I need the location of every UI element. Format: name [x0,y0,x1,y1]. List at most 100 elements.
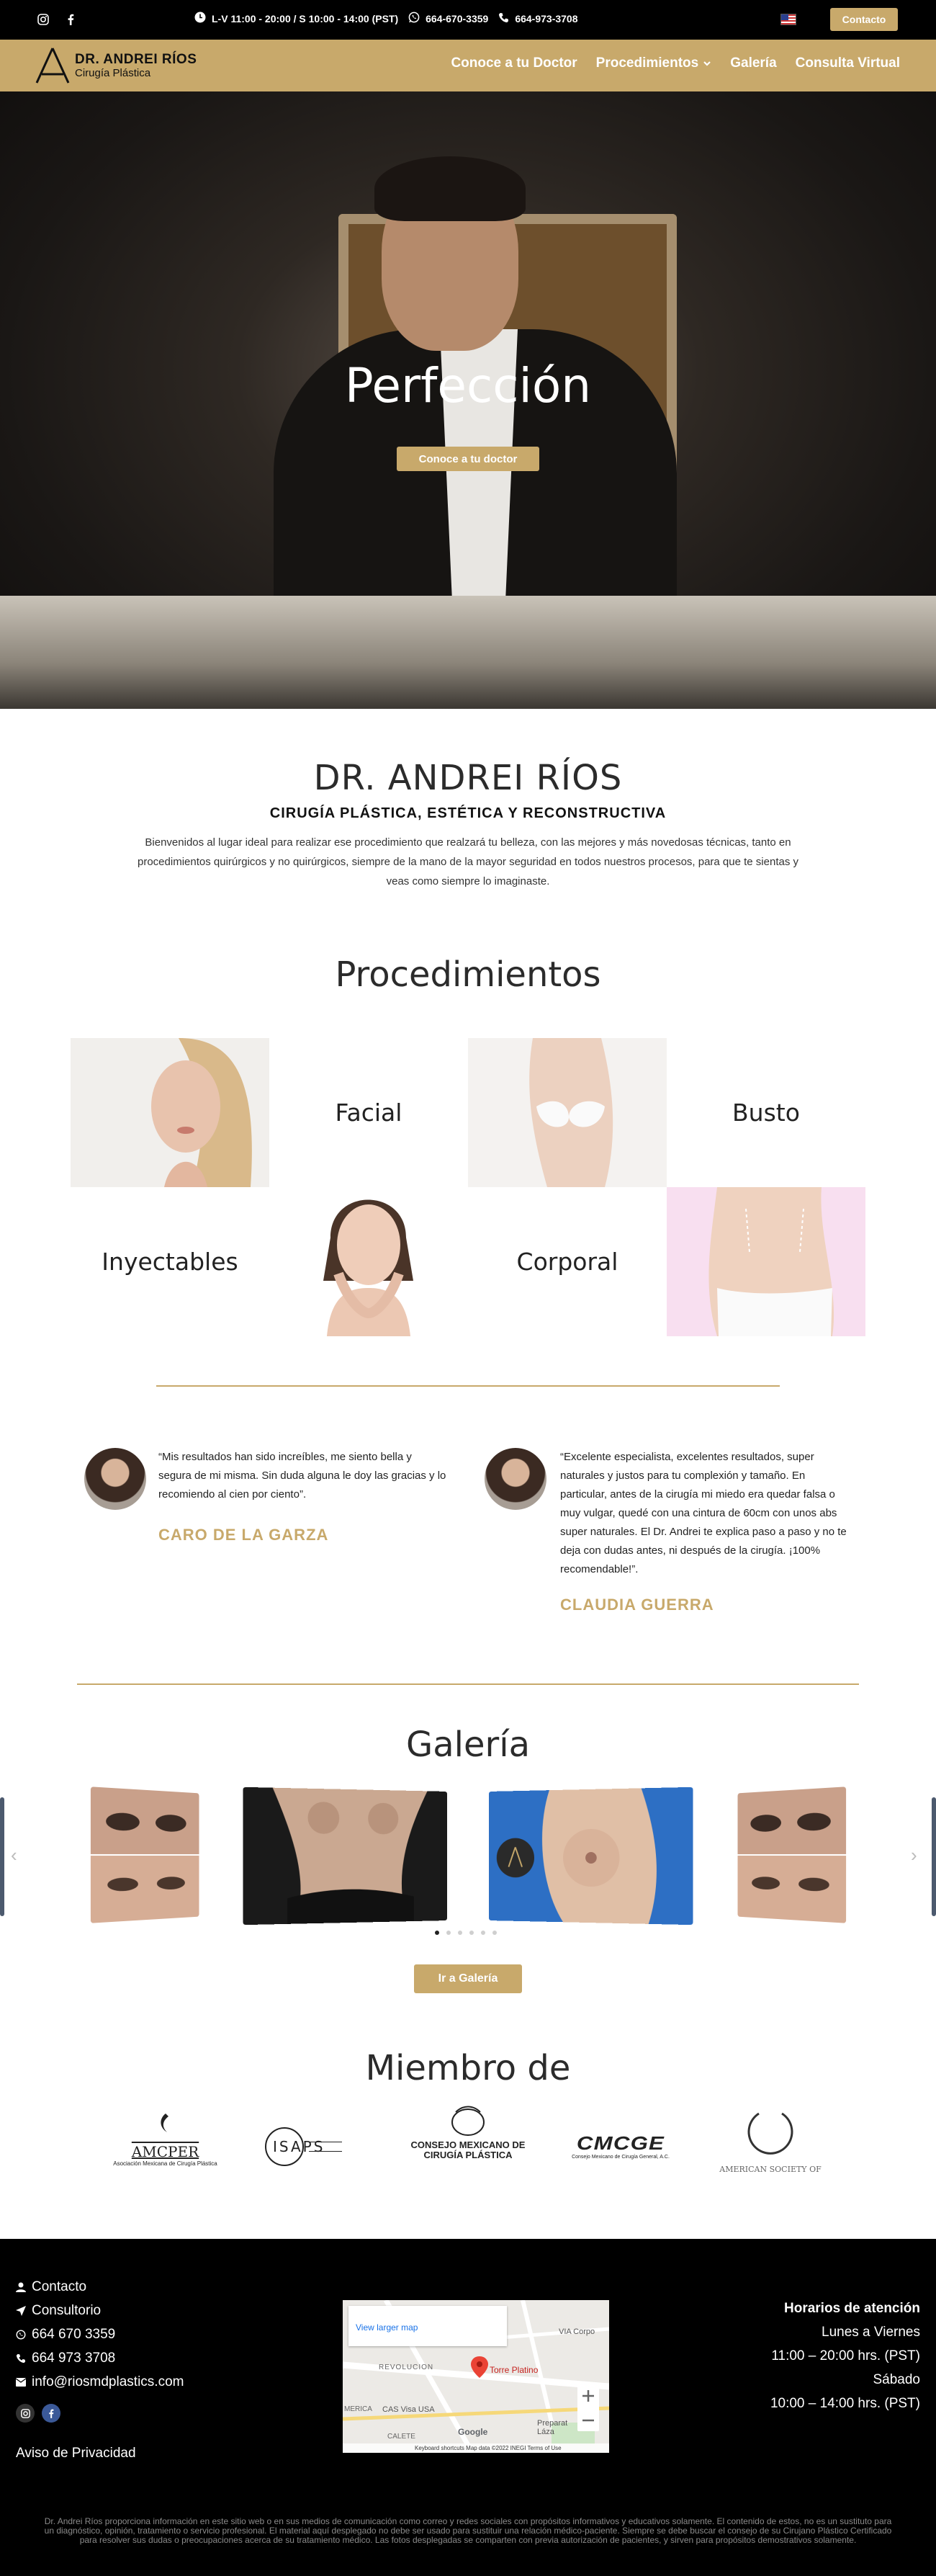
logo-name: DR. ANDREI RÍOS [75,52,197,67]
procedure-inyectables[interactable]: Inyectables [71,1187,269,1336]
testimonial-author-1: CARO DE LA GARZA [158,1526,329,1544]
gallery-edge-left [0,1797,4,1916]
privacy-link[interactable]: Aviso de Privacidad [16,2446,136,2461]
clock-icon [194,12,206,25]
nav-item-procedimientos-label: Procedimientos [595,55,699,71]
nav-item-galeria[interactable]: Galería [730,55,776,71]
footer-social [16,2404,60,2423]
american-society-logo-name: AMERICAN SOCIETY OF [719,2165,822,2174]
gallery-card-eyes-2[interactable] [737,1786,847,1923]
hours-saturday-time: 10:00 – 14:00 hrs. (PST) [770,2396,920,2411]
footer-office-link[interactable]: Consultorio [16,2299,184,2322]
consejo-mexicano-logo-name: CONSEJO MEXICANO DE CIRUGÍA PLÁSTICA [410,2139,526,2160]
footer-email-link[interactable]: info@riosmdplastics.com [16,2370,184,2394]
map-place-name: Torre Platino [356,2312,413,2322]
instagram-icon[interactable] [16,2404,35,2423]
footer-whatsapp-link[interactable]: 664 670 3359 [16,2322,184,2346]
map-label-2: REVOLUCION [379,2363,434,2371]
whatsapp-icon [16,2330,26,2339]
logo-triangle-icon [35,48,70,84]
gallery-card-busto[interactable] [488,1786,693,1926]
nav-item-consulta-virtual[interactable]: Consulta Virtual [796,55,900,71]
doctor-specialty: CIRUGÍA PLÁSTICA, ESTÉTICA Y RECONSTRUCT… [269,805,667,821]
hours-heading: Horarios de atención [784,2301,920,2316]
testimonial-author-2: CLAUDIA GUERRA [560,1596,714,1614]
footer-links: Contacto Consultorio 664 670 3359 664 97… [16,2275,184,2394]
hero-doctor-hair [374,156,526,221]
office-hours: L-V 11:00 - 20:00 / S 10:00 - 14:00 (PST… [212,12,399,24]
procedures-heading: Procedimientos [335,954,601,995]
top-contact-info: L-V 11:00 - 20:00 / S 10:00 - 14:00 (PST… [194,12,578,25]
main-nav: DR. ANDREI RÍOS Cirugía Plástica Conoce … [0,40,936,91]
map-attribution: Keyboard shortcuts Map data ©2022 INEGI … [343,2443,609,2453]
footer-email: info@riosmdplastics.com [32,2374,184,2389]
facial-photo[interactable] [71,1038,269,1187]
chevron-right-icon[interactable]: › [911,1844,917,1866]
gallery-card-eyes-1[interactable] [90,1786,199,1923]
testimonial-quote-1: “Mis resultados han sido increíbles, me … [158,1451,446,1501]
corporal-photo[interactable] [667,1187,865,1336]
gallery-dot[interactable] [446,1931,451,1935]
phone-icon [16,2353,26,2363]
footer-whatsapp-number: 664 670 3359 [32,2327,116,2342]
language-flag-us-icon[interactable] [780,14,796,25]
gallery-card-body[interactable] [243,1786,448,1926]
footer-contact-link[interactable]: Contacto [16,2275,184,2299]
consejo-mexicano-logo: CONSEJO MEXICANO DE CIRUGÍA PLÁSTICA [410,2105,526,2160]
isaps-logo: ISAPS [263,2125,371,2168]
nav-menu: Conoce a tu Doctor Procedimientos Galerí… [451,55,900,71]
amcper-logo: AMCPER Asociación Mexicana de Cirugía Pl… [109,2111,221,2167]
gallery-dot[interactable] [481,1931,485,1935]
intro-paragraph: Bienvenidos al lugar ideal para realizar… [138,836,798,887]
cmcge-logo-name: CMCGE [576,2132,665,2154]
nav-item-procedimientos[interactable]: Procedimientos [596,55,712,71]
user-icon [16,2282,26,2292]
nav-item-conoce[interactable]: Conoce a tu Doctor [451,55,577,71]
gallery-dot[interactable] [435,1931,439,1935]
inyectables-photo[interactable] [269,1187,468,1336]
envelope-icon [16,2377,26,2387]
facebook-icon[interactable] [42,2404,60,2423]
map-label-1: VIA Corpo [559,2327,595,2336]
phone-number[interactable]: 664-973-3708 [515,13,577,24]
google-logo: Google [458,2427,488,2437]
procedure-busto[interactable]: Busto [667,1038,865,1187]
cmcge-logo-sub: Consejo Mexicano de Cirugía General, A.C… [572,2155,670,2160]
gallery-dot[interactable] [458,1931,462,1935]
chevron-left-icon[interactable]: ‹ [11,1844,17,1866]
location-map[interactable]: Torre Platino View larger map Torre Plat… [343,2300,609,2453]
location-arrow-icon [16,2305,26,2316]
map-label-6: CALETE [387,2433,415,2441]
map-label-3: CAS Visa USA [382,2405,435,2414]
procedure-facial[interactable]: Facial [269,1038,468,1187]
logo-subtitle: Cirugía Plástica [75,67,151,79]
phone-icon [498,12,509,25]
gallery-edge-right [932,1797,936,1916]
avatar-caro [84,1448,146,1510]
map-pin-label: Torre Platino [490,2365,539,2375]
go-to-gallery-button[interactable]: Ir a Galería [414,1964,522,1993]
hours-saturday-label: Sábado [873,2372,920,2387]
contact-button[interactable]: Contacto [830,8,898,31]
procedure-corporal[interactable]: Corporal [468,1187,667,1336]
legal-disclaimer: Dr. Andrei Ríos proporciona información … [44,2516,892,2545]
hours-weekday-label: Lunes a Viernes [822,2325,920,2340]
top-bar: L-V 11:00 - 20:00 / S 10:00 - 14:00 (PST… [0,0,936,40]
top-social-links [36,12,78,27]
isaps-logo-name: ISAPS [273,2138,325,2155]
footer-contact-label: Contacto [32,2279,87,2294]
map-view-larger-link[interactable]: View larger map [356,2322,500,2333]
hero-desk [0,596,936,709]
facebook-icon[interactable] [63,12,78,27]
gallery-dot[interactable] [492,1931,497,1935]
meet-doctor-button[interactable]: Conoce a tu doctor [397,447,539,471]
instagram-icon[interactable] [36,12,50,27]
busto-photo[interactable] [468,1038,667,1187]
gallery-dot[interactable] [469,1931,474,1935]
hours-weekday-time: 11:00 – 20:00 hrs. (PST) [771,2348,920,2363]
whatsapp-number[interactable]: 664-670-3359 [426,13,488,24]
members-heading: Miembro de [365,2048,571,2088]
american-society-logo: AMERICAN SOCIETY OF [716,2103,824,2174]
footer-phone-link[interactable]: 664 973 3708 [16,2346,184,2370]
site-logo[interactable]: DR. ANDREI RÍOS Cirugía Plástica [35,47,197,84]
